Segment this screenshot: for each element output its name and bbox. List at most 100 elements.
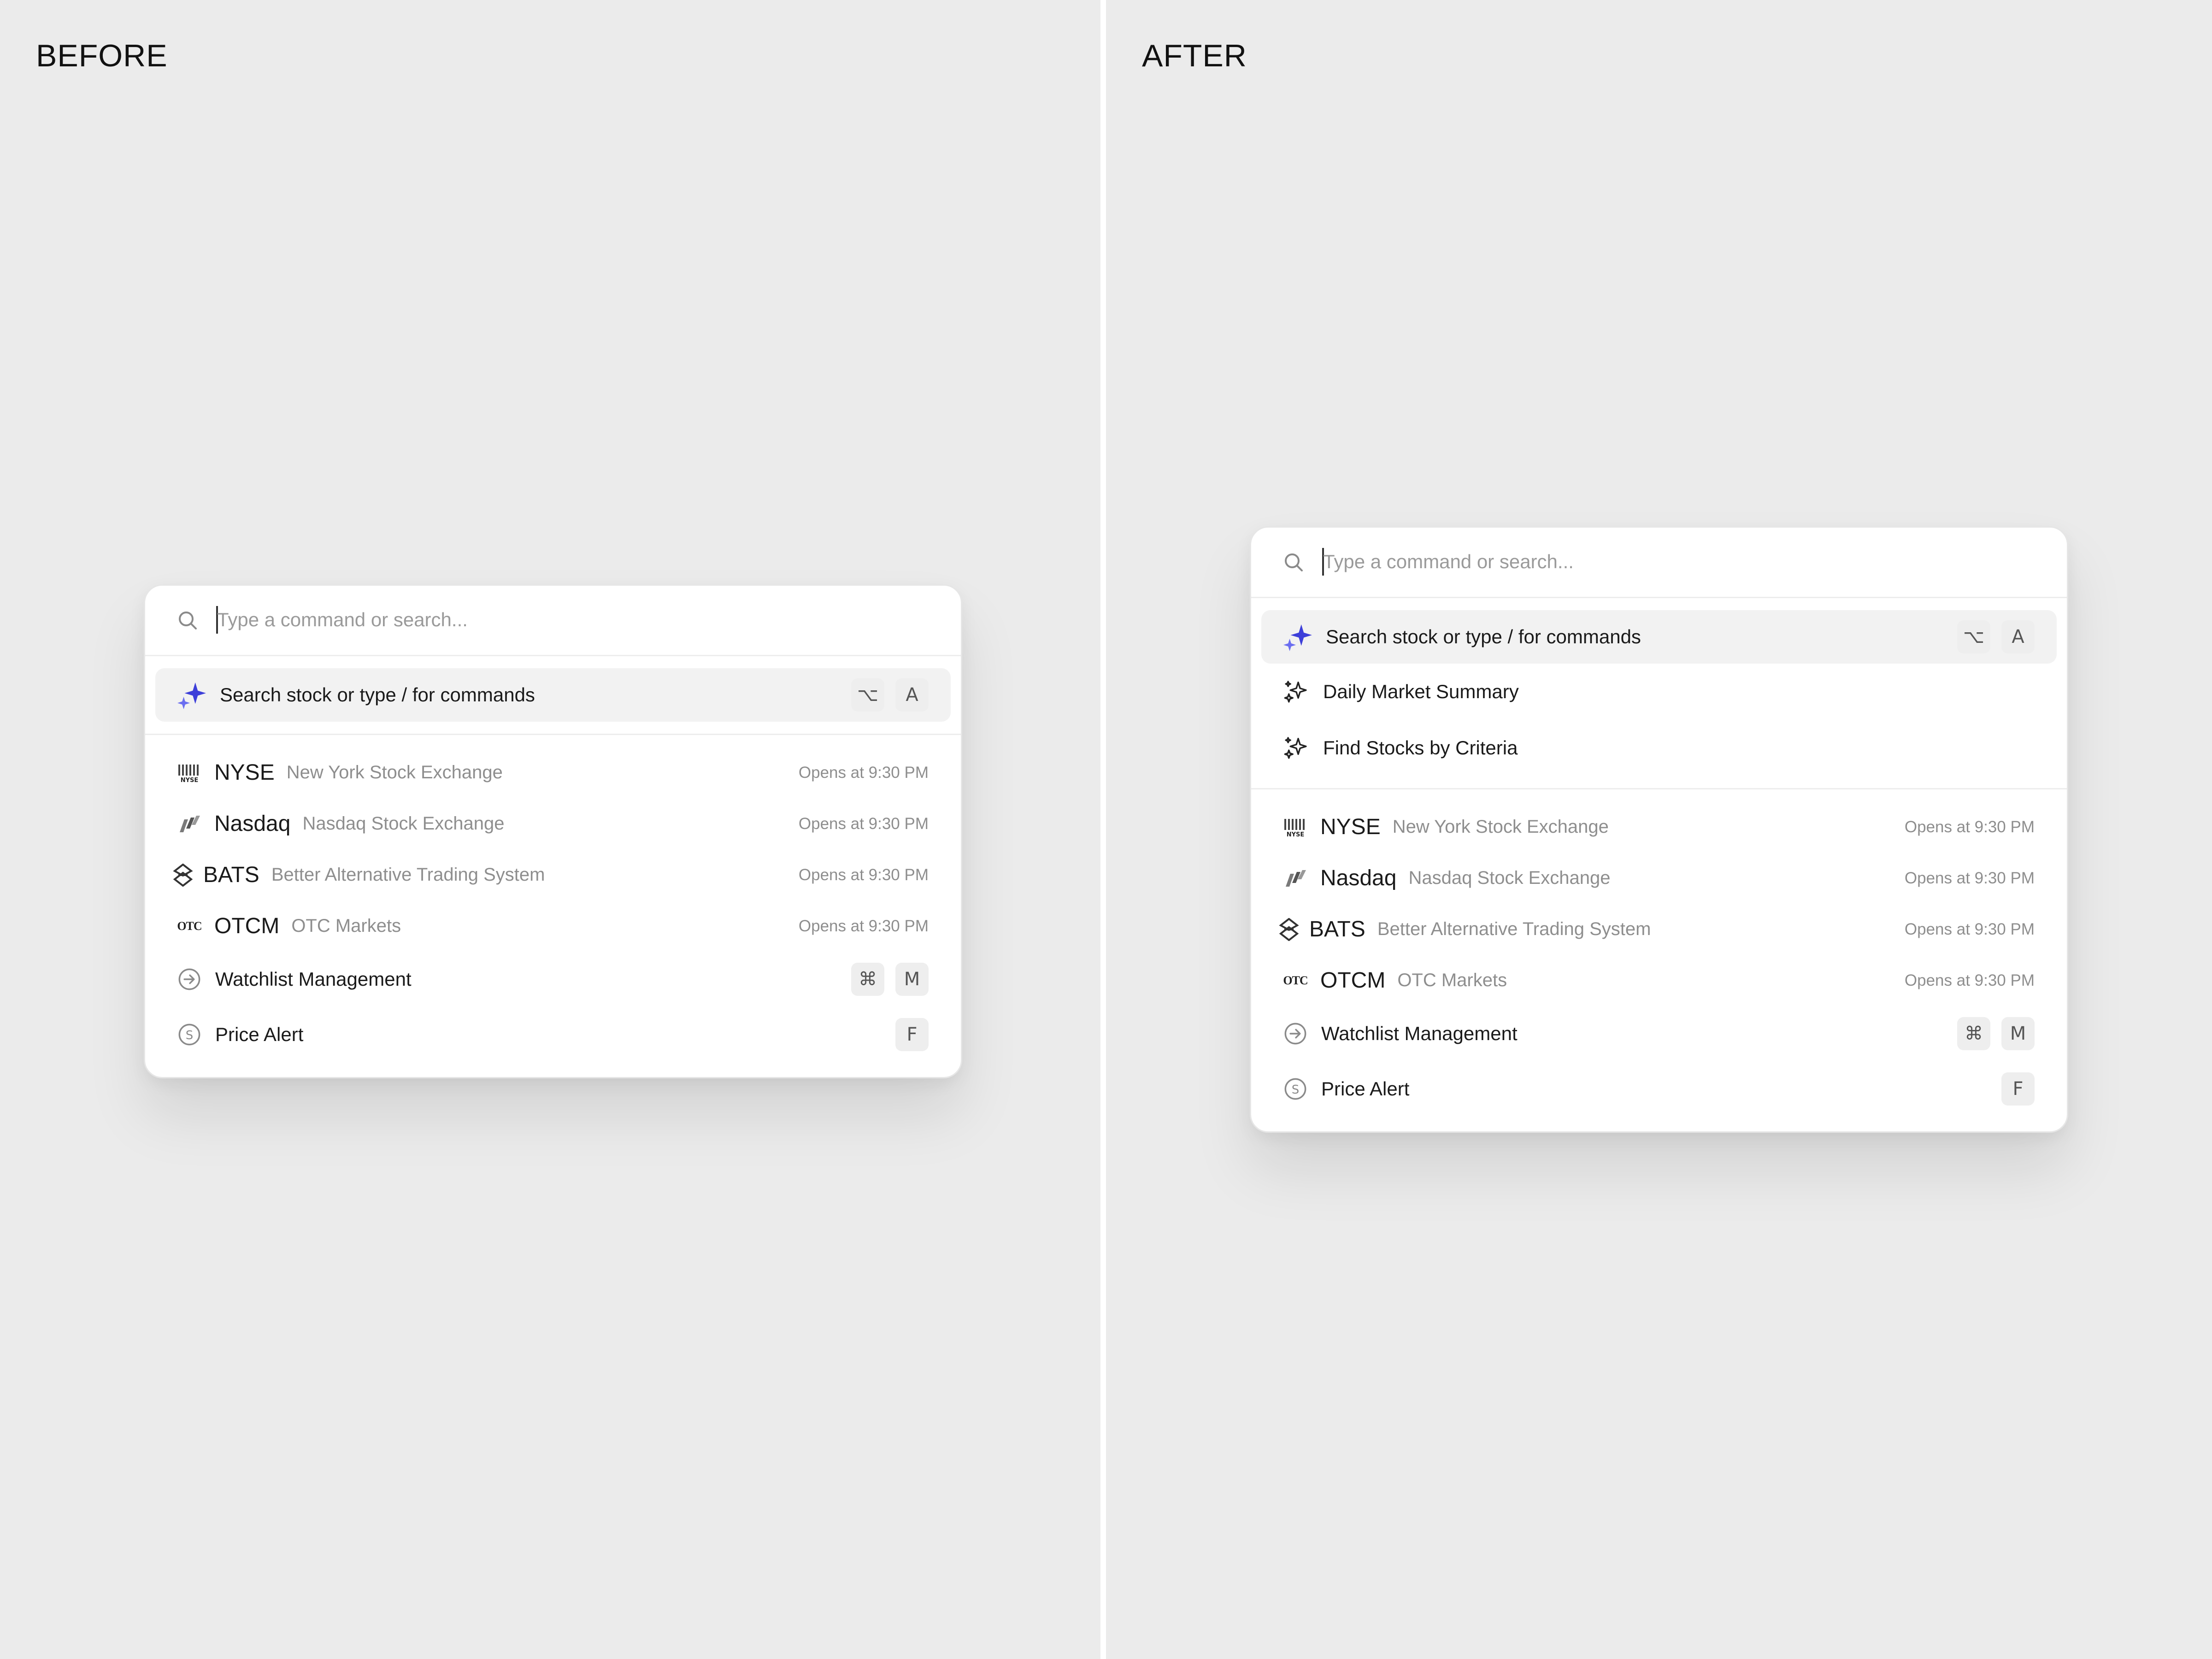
shortcut-keys: ⌘ M (1957, 1017, 2035, 1050)
exchange-row-nasdaq[interactable]: Nasdaq Nasdaq Stock Exchange Opens at 9:… (155, 798, 951, 849)
exchange-status: Opens at 9:30 PM (1904, 869, 2035, 887)
sparkle-outline-icon (1284, 681, 1307, 703)
search-bar (145, 586, 961, 656)
exchange-row-nyse[interactable]: NYSE NYSE New York Stock Exchange Opens … (1261, 801, 2057, 853)
arrow-right-circle-icon (1284, 1023, 1306, 1045)
shortcut-keys: ⌥ A (1957, 620, 2035, 653)
exchange-name: OTC Markets (291, 916, 401, 936)
daily-market-summary-item[interactable]: Daily Market Summary (1261, 664, 2057, 720)
find-stocks-item[interactable]: Find Stocks by Criteria (1261, 720, 2057, 776)
exchange-code: BATS (203, 863, 259, 887)
panel-divider (1100, 0, 1106, 1659)
shortcut-keys: ⌘ M (851, 963, 929, 996)
otc-logo-text: OTC (177, 919, 202, 933)
exchange-row-bats[interactable]: BATS Better Alternative Trading System O… (1261, 904, 2057, 955)
exchange-row-nyse[interactable]: NYSE NYSE New York Stock Exchange Opens … (155, 747, 951, 798)
shortcut-keys: ⌥ A (851, 678, 929, 712)
m-key: M (895, 963, 929, 996)
exchange-row-otcm[interactable]: OTC OTCM OTC Markets Opens at 9:30 PM (1261, 955, 2057, 1006)
exchange-name: Nasdaq Stock Exchange (1408, 868, 1611, 888)
price-alert-label: Price Alert (215, 1024, 304, 1045)
exchange-name: Better Alternative Trading System (271, 865, 545, 885)
shortcut-keys: F (895, 1018, 929, 1051)
m-key: M (2001, 1017, 2035, 1050)
command-key: ⌘ (1957, 1017, 1990, 1050)
daily-market-summary-label: Daily Market Summary (1323, 681, 1519, 702)
after-label: AFTER (1142, 38, 1247, 73)
command-palette: Search stock or type / for commands ⌥ A … (144, 584, 962, 1078)
results-list: NYSE NYSE New York Stock Exchange Opens … (145, 735, 961, 1071)
svg-text:S: S (1292, 1083, 1300, 1097)
exchange-code: OTCM (214, 914, 280, 938)
watchlist-label: Watchlist Management (1321, 1023, 1518, 1044)
otc-logo-text: OTC (1283, 973, 1308, 987)
price-alert-item[interactable]: S Price Alert F (155, 1007, 951, 1062)
exchange-code: BATS (1309, 917, 1365, 941)
before-label: BEFORE (36, 38, 168, 73)
ai-search-item[interactable]: Search stock or type / for commands ⌥ A (155, 668, 951, 722)
nasdaq-logo-icon (177, 812, 201, 836)
exchange-name: New York Stock Exchange (1392, 817, 1609, 837)
search-bar (1251, 528, 2067, 598)
nyse-logo-icon: NYSE (1283, 815, 1307, 839)
sparkle-icon (177, 682, 206, 709)
exchange-name: Nasdaq Stock Exchange (302, 813, 505, 834)
svg-text:NYSE: NYSE (181, 777, 199, 783)
find-stocks-label: Find Stocks by Criteria (1323, 737, 1518, 759)
results-list: NYSE NYSE New York Stock Exchange Opens … (1251, 789, 2067, 1125)
option-key: ⌥ (1957, 620, 1990, 653)
f-key: F (895, 1018, 929, 1051)
exchange-name: OTC Markets (1397, 970, 1507, 990)
svg-text:S: S (186, 1029, 194, 1042)
a-key: A (2001, 620, 2035, 653)
nyse-logo-icon: NYSE (177, 761, 201, 785)
exchange-code: NYSE (214, 760, 275, 785)
shortcut-keys: F (2001, 1072, 2035, 1106)
arrow-right-circle-icon (178, 968, 200, 990)
price-alert-label: Price Alert (1321, 1078, 1410, 1100)
bats-logo-icon (1277, 918, 1301, 941)
exchange-code: NYSE (1320, 815, 1381, 839)
search-input[interactable] (1323, 544, 1968, 579)
ai-commands-group: Search stock or type / for commands ⌥ A … (1251, 598, 2067, 789)
watchlist-label: Watchlist Management (215, 968, 412, 990)
command-palette: Search stock or type / for commands ⌥ A … (1250, 526, 2068, 1133)
exchange-code: OTCM (1320, 968, 1386, 993)
command-key: ⌘ (851, 963, 884, 996)
bats-logo-icon (171, 863, 195, 887)
ai-search-item[interactable]: Search stock or type / for commands ⌥ A (1261, 610, 2057, 664)
after-panel: AFTER Search stock or type / for command… (1106, 0, 2206, 1659)
exchange-row-nasdaq[interactable]: Nasdaq Nasdaq Stock Exchange Opens at 9:… (1261, 853, 2057, 904)
dollar-circle-icon: S (178, 1024, 200, 1046)
search-input[interactable] (217, 602, 862, 637)
sparkle-icon (1283, 624, 1312, 651)
exchange-name: Better Alternative Trading System (1377, 919, 1651, 939)
sparkle-outline-icon (1284, 737, 1307, 759)
exchange-code: Nasdaq (1320, 866, 1397, 890)
exchange-status: Opens at 9:30 PM (798, 763, 929, 782)
exchange-name: New York Stock Exchange (286, 762, 503, 782)
before-panel: BEFORE Search stock or type / for comman… (0, 0, 1100, 1659)
exchange-status: Opens at 9:30 PM (1904, 818, 2035, 836)
ai-commands-group: Search stock or type / for commands ⌥ A (145, 656, 961, 735)
exchange-status: Opens at 9:30 PM (1904, 971, 2035, 989)
search-icon (179, 612, 197, 629)
search-icon (1285, 553, 1303, 571)
dollar-circle-icon: S (1284, 1078, 1306, 1100)
exchange-status: Opens at 9:30 PM (798, 917, 929, 935)
exchange-status: Opens at 9:30 PM (798, 865, 929, 884)
option-key: ⌥ (851, 678, 884, 712)
exchange-row-bats[interactable]: BATS Better Alternative Trading System O… (155, 849, 951, 900)
ai-search-label: Search stock or type / for commands (220, 684, 535, 706)
f-key: F (2001, 1072, 2035, 1106)
exchange-status: Opens at 9:30 PM (798, 814, 929, 833)
nasdaq-logo-icon (1283, 866, 1307, 890)
watchlist-management-item[interactable]: Watchlist Management ⌘ M (155, 952, 951, 1007)
exchange-status: Opens at 9:30 PM (1904, 920, 2035, 938)
exchange-code: Nasdaq (214, 812, 291, 836)
exchange-row-otcm[interactable]: OTC OTCM OTC Markets Opens at 9:30 PM (155, 900, 951, 952)
price-alert-item[interactable]: S Price Alert F (1261, 1061, 2057, 1117)
otc-logo-icon: OTC (1283, 969, 1308, 993)
otc-logo-icon: OTC (177, 914, 202, 938)
watchlist-management-item[interactable]: Watchlist Management ⌘ M (1261, 1006, 2057, 1061)
